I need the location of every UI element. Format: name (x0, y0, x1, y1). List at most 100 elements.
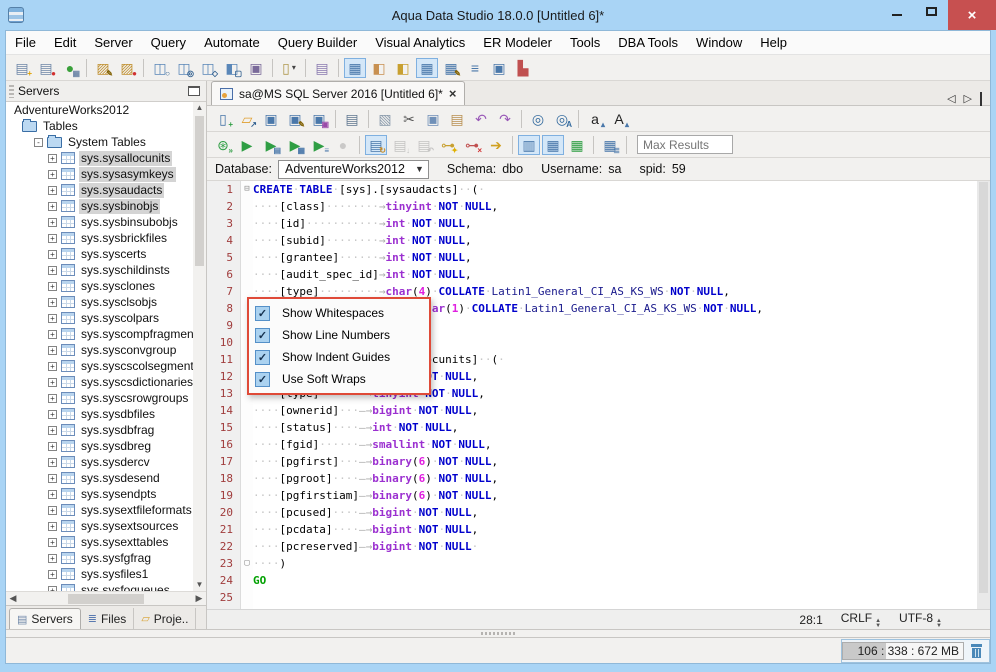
new-admin-query-icon[interactable]: ▨● (116, 58, 138, 78)
checkbox-checked-icon[interactable]: ✓ (255, 306, 270, 321)
tree-item-sys-sysfiles1[interactable]: +sys.sysfiles1 (6, 566, 193, 582)
horizontal-splitter[interactable] (6, 629, 990, 637)
menu-automate[interactable]: Automate (195, 31, 269, 55)
tree-item-sys-syscsrowgroups[interactable]: +sys.syscsrowgroups (6, 390, 193, 406)
context-menu-item-use-soft-wraps[interactable]: ✓Use Soft Wraps (249, 368, 429, 390)
expander-icon[interactable]: + (48, 202, 57, 211)
checkbox-checked-icon[interactable]: ✓ (255, 372, 270, 387)
uppercase-icon[interactable]: A▴ (608, 109, 630, 129)
tree-item-sys-sysfoqueues[interactable]: +sys.sysfoqueues (6, 582, 193, 591)
expander-icon[interactable]: + (48, 458, 57, 467)
scroll-right-icon[interactable]: ▶ (192, 593, 206, 604)
save-icon[interactable]: ▣ (260, 109, 282, 129)
tree-item-sys-syscscolsegments[interactable]: +sys.syscscolsegments (6, 358, 193, 374)
next-tab-icon[interactable]: ▷ (964, 92, 972, 105)
panel-grip[interactable] (9, 85, 14, 98)
list-view-icon[interactable]: ≡ (464, 58, 486, 78)
prev-tab-icon[interactable]: ◁ (947, 92, 955, 105)
tree-item-system-tables[interactable]: -System Tables (6, 134, 193, 150)
panel-float-icon[interactable] (188, 86, 200, 96)
new-query-analyzer-icon[interactable]: ▨✎ (92, 58, 114, 78)
garbage-collect-icon[interactable] (970, 644, 983, 658)
commit-icon[interactable]: ▤↓ (389, 135, 411, 155)
tree-item-sys-sysendpts[interactable]: +sys.sysendpts (6, 486, 193, 502)
tree-item-sys-sysdbfrag[interactable]: +sys.sysdbfrag (6, 422, 193, 438)
tree-item-sys-sysexttables[interactable]: +sys.sysexttables (6, 534, 193, 550)
expander-icon[interactable]: + (48, 426, 57, 435)
tree-item-sys-sysconvgroup[interactable]: +sys.sysconvgroup (6, 342, 193, 358)
tree-item-sys-sysdbfiles[interactable]: +sys.sysdbfiles (6, 406, 193, 422)
tree-item-sys-syscerts[interactable]: +sys.syscerts (6, 246, 193, 262)
tree-item-sys-sysclones[interactable]: +sys.sysclones (6, 278, 193, 294)
expander-icon[interactable]: + (48, 346, 57, 355)
menu-tools[interactable]: Tools (561, 31, 609, 55)
menu-edit[interactable]: Edit (45, 31, 85, 55)
tree-item-sys-syscompfragments[interactable]: +sys.syscompfragments (6, 326, 193, 342)
redo-icon[interactable]: ↷ (494, 109, 516, 129)
scroll-down-icon[interactable]: ▼ (196, 579, 204, 591)
find-icon[interactable]: ◎ (527, 109, 549, 129)
grid-view-icon[interactable]: ▦ (416, 58, 438, 78)
scrollbar-thumb[interactable] (195, 116, 204, 266)
paste-icon[interactable]: ▤ (446, 109, 468, 129)
expander-icon[interactable]: + (48, 250, 57, 259)
tree-item-sys-sysdbreg[interactable]: +sys.sysdbreg (6, 438, 193, 454)
tree-item-sys-sysdercv[interactable]: +sys.sysdercv (6, 454, 193, 470)
tree-item-sys-sysasymkeys[interactable]: +sys.sysasymkeys (6, 166, 193, 182)
expander-icon[interactable]: + (48, 282, 57, 291)
er-diagram-icon[interactable]: ▣ (488, 58, 510, 78)
expander-icon[interactable]: + (48, 234, 57, 243)
disconnect-icon[interactable]: ⊶× (461, 135, 483, 155)
sql-editor[interactable]: 1⊟CREATE·TABLE·[sys].[sysaudacts]··(·2··… (207, 181, 990, 609)
commit-mode-icon[interactable]: ➔ (485, 135, 507, 155)
expander-icon[interactable]: + (48, 586, 57, 592)
connect-icon[interactable]: ⊶✦ (437, 135, 459, 155)
tree-item-tables[interactable]: Tables (6, 118, 193, 134)
find-replace-icon[interactable]: ◎A (551, 109, 573, 129)
menu-window[interactable]: Window (687, 31, 751, 55)
execute-icon[interactable]: ⊛» (212, 135, 234, 155)
stop-icon[interactable]: ● (332, 135, 354, 155)
checkbox-checked-icon[interactable]: ✓ (255, 350, 270, 365)
register-server-icon[interactable]: ▤+ (11, 58, 33, 78)
grid-edit-icon[interactable]: ▦✎ (440, 58, 462, 78)
tree-item-sys-sysfgfrag[interactable]: +sys.sysfgfrag (6, 550, 193, 566)
execute-run-icon[interactable]: ▶ (236, 135, 258, 155)
expander-icon[interactable]: + (48, 298, 57, 307)
panel-tab-files[interactable]: ≣Files (81, 608, 135, 629)
tree-item-adventureworks2012[interactable]: AdventureWorks2012 (6, 102, 193, 118)
editor-vertical-scrollbar[interactable] (977, 181, 990, 609)
context-menu-item-show-line-numbers[interactable]: ✓Show Line Numbers (249, 324, 429, 346)
expander-icon[interactable]: + (48, 154, 57, 163)
form-view-icon[interactable]: ◧ (368, 58, 390, 78)
panel-tab-servers[interactable]: ▤Servers (9, 608, 81, 629)
undo-icon[interactable]: ↶ (470, 109, 492, 129)
execute-edit-icon[interactable]: ▶▦ (284, 135, 306, 155)
expander-icon[interactable]: + (48, 186, 57, 195)
tree-item-sys-sysbrickfiles[interactable]: +sys.sysbrickfiles (6, 230, 193, 246)
new-file-icon[interactable]: ▯+ (212, 109, 234, 129)
auto-commit-icon[interactable]: ▤↻ (365, 135, 387, 155)
expander-icon[interactable]: + (48, 522, 57, 531)
context-menu-item-show-indent-guides[interactable]: ✓Show Indent Guides (249, 346, 429, 368)
chart-view-icon[interactable]: ▙ (512, 58, 534, 78)
panel-tab-proje[interactable]: ▱Proje.. (134, 608, 196, 629)
lowercase-icon[interactable]: a▴ (584, 109, 606, 129)
text-results-icon[interactable]: ▥ (518, 135, 540, 155)
expander-icon[interactable]: + (48, 474, 57, 483)
copy-icon[interactable]: ▣ (422, 109, 444, 129)
expander-icon[interactable]: + (48, 266, 57, 275)
select-block-icon[interactable]: ▧ (374, 109, 396, 129)
history-icon[interactable]: ▦≣ (599, 135, 621, 155)
tree-item-sys-sysextfileformats[interactable]: +sys.sysextfileformats (6, 502, 193, 518)
schema-extract-icon[interactable]: ◫◎ (173, 58, 195, 78)
expander-icon[interactable]: + (48, 170, 57, 179)
cut-icon[interactable]: ✂ (398, 109, 420, 129)
menu-help[interactable]: Help (751, 31, 796, 55)
encoding-selector[interactable]: UTF-8▲▼ (899, 611, 942, 629)
open-file-icon[interactable]: ▱↗ (236, 109, 258, 129)
expander-icon[interactable]: + (48, 378, 57, 387)
tree-item-sys-sysclsobjs[interactable]: +sys.sysclsobjs (6, 294, 193, 310)
fold-marker[interactable]: ▢ (241, 555, 253, 572)
tree-item-sys-sysdesend[interactable]: +sys.sysdesend (6, 470, 193, 486)
